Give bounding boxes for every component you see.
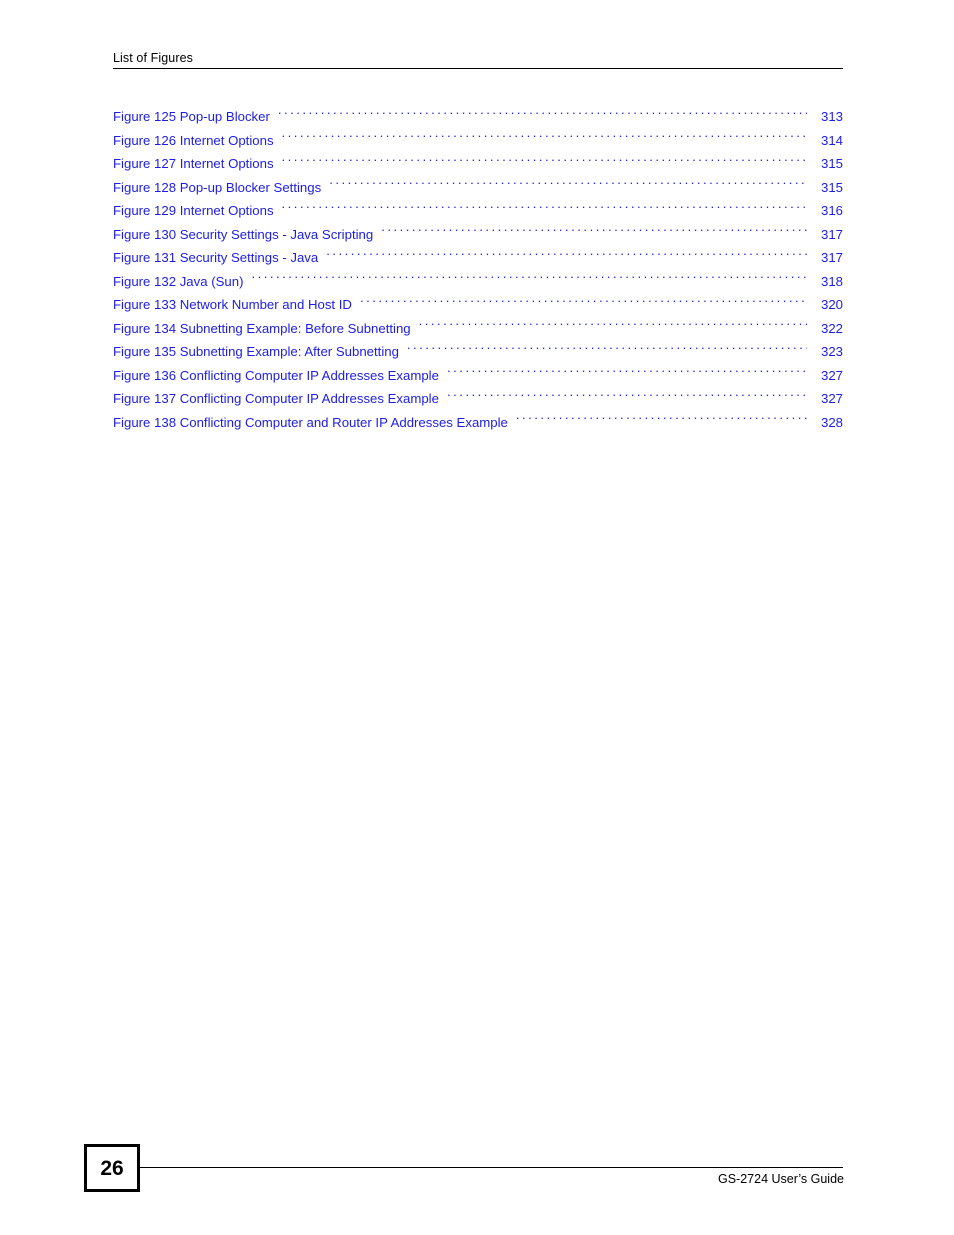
figure-entry-label: Figure 133 Network Number and Host ID bbox=[113, 297, 352, 312]
figure-entry[interactable]: Figure 130 Security Settings - Java Scri… bbox=[113, 223, 843, 247]
figure-entry[interactable]: Figure 126 Internet Options 314 bbox=[113, 129, 843, 153]
figure-entry[interactable]: Figure 125 Pop-up Blocker 313 bbox=[113, 105, 843, 129]
leader-dots bbox=[282, 155, 807, 168]
list-of-figures: Figure 125 Pop-up Blocker 313 Figure 126 I… bbox=[113, 105, 843, 434]
figure-entry-page: 317 bbox=[820, 250, 843, 265]
figure-entry-page: 318 bbox=[820, 273, 843, 289]
leader-dots bbox=[326, 249, 807, 262]
figure-entry-page: 315 bbox=[820, 179, 843, 195]
figure-entry[interactable]: Figure 132 Java (Sun) 318 bbox=[113, 270, 843, 294]
figure-entry-label: Figure 127 Internet Options bbox=[113, 156, 274, 171]
figure-entry-page: 327 bbox=[820, 367, 843, 383]
page-number-box: 26 bbox=[84, 1144, 140, 1192]
figure-entry[interactable]: Figure 135 Subnetting Example: After Sub… bbox=[113, 340, 843, 364]
figure-entry-page: 320 bbox=[820, 297, 843, 312]
figure-entry[interactable]: Figure 137 Conflicting Computer IP Addre… bbox=[113, 387, 843, 411]
leader-dots bbox=[251, 272, 807, 285]
figure-entry-page: 315 bbox=[820, 156, 843, 171]
figure-entry-page: 322 bbox=[820, 320, 843, 336]
page-number: 26 bbox=[100, 1156, 124, 1180]
figure-entry[interactable]: Figure 131 Security Settings - Java 317 bbox=[113, 246, 843, 270]
header-divider bbox=[113, 68, 843, 69]
figure-entry-label: Figure 138 Conflicting Computer and Rout… bbox=[113, 414, 508, 430]
footer-divider bbox=[140, 1167, 843, 1168]
figure-entry-label: Figure 126 Internet Options bbox=[113, 132, 274, 148]
leader-dots bbox=[381, 225, 807, 238]
figure-entry[interactable]: Figure 129 Internet Options 316 bbox=[113, 199, 843, 223]
page-header: List of Figures bbox=[113, 50, 843, 69]
figure-entry-label: Figure 132 Java (Sun) bbox=[113, 273, 244, 289]
figure-entry-label: Figure 129 Internet Options bbox=[113, 203, 274, 218]
leader-dots bbox=[516, 413, 807, 426]
figure-entry-label: Figure 125 Pop-up Blocker bbox=[113, 109, 270, 124]
figure-entry[interactable]: Figure 128 Pop-up Blocker Settings 315 bbox=[113, 176, 843, 200]
leader-dots bbox=[447, 390, 807, 403]
figure-entry[interactable]: Figure 133 Network Number and Host ID 320 bbox=[113, 293, 843, 317]
figure-entry-page: 317 bbox=[820, 226, 843, 242]
leader-dots bbox=[360, 296, 807, 309]
figure-entry-label: Figure 131 Security Settings - Java bbox=[113, 250, 319, 265]
figure-entry[interactable]: Figure 127 Internet Options 315 bbox=[113, 152, 843, 176]
leader-dots bbox=[282, 131, 807, 144]
document-page: List of Figures Figure 125 Pop-up Blocke… bbox=[0, 0, 954, 1235]
figure-entry-label: Figure 135 Subnetting Example: After Sub… bbox=[113, 344, 399, 359]
figure-entry[interactable]: Figure 136 Conflicting Computer IP Addre… bbox=[113, 364, 843, 388]
figure-entry-page: 323 bbox=[820, 344, 843, 359]
leader-dots bbox=[419, 319, 807, 332]
figure-entry-label: Figure 134 Subnetting Example: Before Su… bbox=[113, 320, 411, 336]
figure-entry-label: Figure 137 Conflicting Computer IP Addre… bbox=[113, 391, 439, 406]
leader-dots bbox=[407, 343, 807, 356]
figure-entry-page: 314 bbox=[820, 132, 843, 148]
leader-dots bbox=[447, 366, 807, 379]
figure-entry-page: 328 bbox=[820, 414, 843, 430]
leader-dots bbox=[282, 202, 807, 215]
figure-entry[interactable]: Figure 134 Subnetting Example: Before Su… bbox=[113, 317, 843, 341]
header-title: List of Figures bbox=[113, 51, 194, 65]
figure-entry-label: Figure 136 Conflicting Computer IP Addre… bbox=[113, 367, 439, 383]
footer-guide-title: GS-2724 User’s Guide bbox=[718, 1172, 844, 1186]
figure-entry-page: 327 bbox=[820, 391, 843, 406]
page-footer: 26 GS-2724 User’s Guide bbox=[84, 1144, 844, 1194]
figure-entry-label: Figure 128 Pop-up Blocker Settings bbox=[113, 179, 322, 195]
figure-entry-page: 316 bbox=[820, 203, 843, 218]
leader-dots bbox=[329, 178, 807, 191]
figure-entry-page: 313 bbox=[820, 109, 843, 124]
leader-dots bbox=[278, 108, 807, 121]
figure-entry-label: Figure 130 Security Settings - Java Scri… bbox=[113, 226, 374, 242]
figure-entry[interactable]: Figure 138 Conflicting Computer and Rout… bbox=[113, 411, 843, 435]
